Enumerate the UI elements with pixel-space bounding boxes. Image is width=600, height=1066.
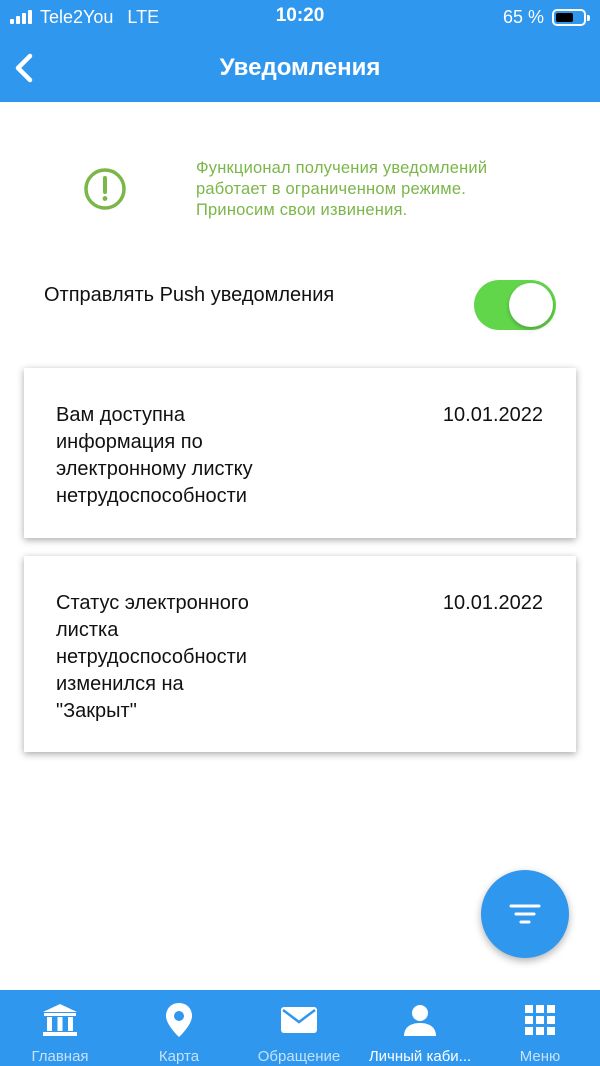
warning-message: Функционал получения уведомлений работае…: [196, 158, 556, 221]
app-header: Tele2You LTE 10:20 65 % Уведомления: [0, 0, 600, 102]
notification-text: Вам доступна информация по электронному …: [56, 402, 336, 510]
notification-text-line: листка: [56, 619, 119, 641]
tab-menu[interactable]: Меню: [480, 990, 600, 1066]
notification-card[interactable]: Вам доступна информация по электронному …: [24, 368, 576, 538]
notifications-screen: Tele2You LTE 10:20 65 % Уведомления Функ…: [0, 0, 600, 1066]
notification-text-line: информация по: [56, 431, 203, 453]
notification-text-line: "Закрыт": [56, 700, 137, 722]
warning-line: Приносим свои извинения.: [196, 201, 408, 219]
warning-line: работает в ограниченном режиме.: [196, 180, 466, 198]
tab-map[interactable]: Карта: [120, 990, 238, 1066]
mail-icon: [279, 1000, 319, 1040]
tab-label: Личный каби...: [368, 1048, 472, 1065]
filter-button[interactable]: [481, 870, 569, 958]
status-right: 65 %: [502, 6, 590, 28]
battery-fill: [556, 12, 573, 22]
notification-text-line: изменился на: [56, 673, 184, 695]
nav-bar: Уведомления: [0, 34, 600, 102]
notification-text-line: Вам доступна: [56, 404, 185, 426]
tab-label: Главная: [31, 1048, 89, 1065]
push-notifications-toggle[interactable]: [474, 280, 556, 330]
limited-mode-warning: Функционал получения уведомлений работае…: [0, 150, 600, 230]
user-icon: [400, 1000, 440, 1040]
grid-icon: [520, 1000, 560, 1040]
status-bar: Tele2You LTE 10:20 65 %: [0, 0, 600, 34]
tab-account[interactable]: Личный каби...: [360, 990, 480, 1066]
warning-line: Функционал получения уведомлений: [196, 159, 488, 177]
tab-label: Обращение: [257, 1048, 341, 1065]
push-notifications-label: Отправлять Push уведомления: [44, 284, 335, 306]
bottom-tab-bar: Главная Карта Обращение Личный каби... М…: [0, 990, 600, 1066]
battery-tip: [587, 14, 590, 21]
toggle-knob: [509, 283, 553, 327]
notification-date: 10.01.2022: [442, 592, 543, 614]
filter-icon: [509, 904, 541, 924]
bank-icon: [40, 1000, 80, 1040]
tab-main[interactable]: Главная: [0, 990, 120, 1066]
notification-text-line: Статус электронного: [56, 592, 249, 614]
battery-percent: 65 %: [502, 6, 544, 27]
tab-label: Карта: [158, 1048, 200, 1065]
notification-card[interactable]: Статус электронного листка нетрудоспособ…: [24, 556, 576, 752]
tab-label: Меню: [519, 1048, 561, 1065]
notification-text-line: электронному листку: [56, 458, 253, 480]
map-pin-icon: [159, 1000, 199, 1040]
notification-text: Статус электронного листка нетрудоспособ…: [56, 590, 336, 725]
tab-feedback[interactable]: Обращение: [238, 990, 360, 1066]
notification-text-line: нетрудоспособности: [56, 485, 247, 507]
notification-date: 10.01.2022: [442, 404, 543, 426]
notification-text-line: нетрудоспособности: [56, 646, 247, 668]
battery-icon: [552, 8, 590, 26]
page-title: Уведомления: [219, 54, 381, 81]
alert-circle-icon: [84, 168, 126, 210]
